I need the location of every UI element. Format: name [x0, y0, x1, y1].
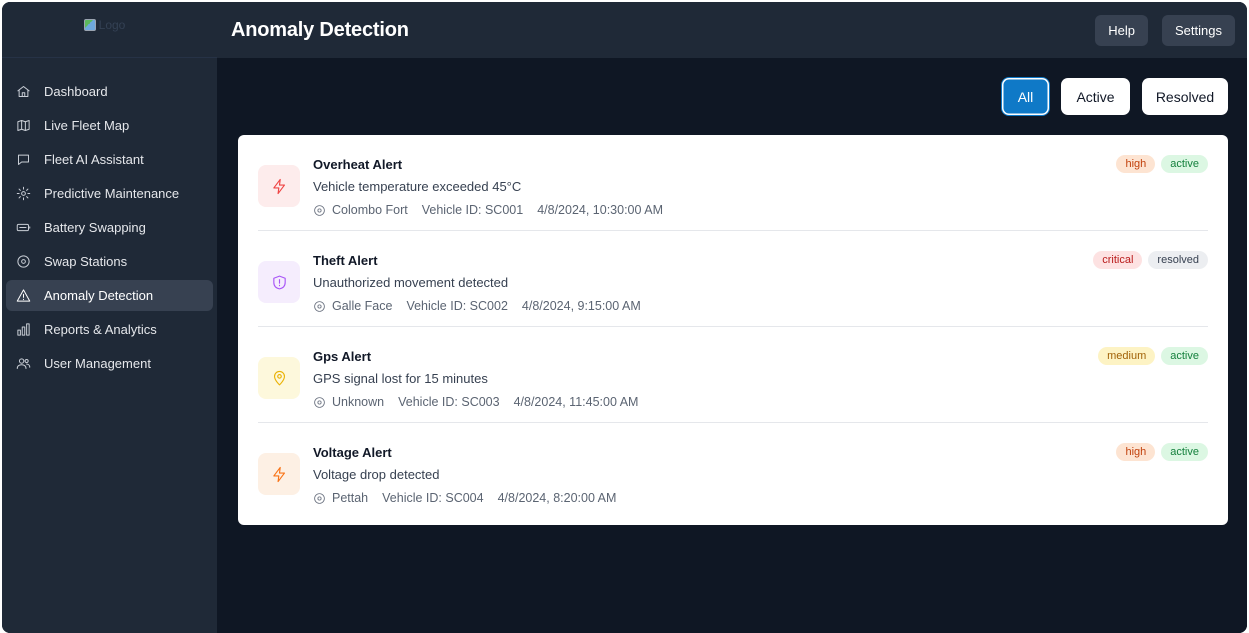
alert-meta: Pettah Vehicle ID: SC004 4/8/2024, 8:20:… — [313, 491, 616, 505]
status-badge: active — [1161, 155, 1208, 173]
alert-vehicle-id: Vehicle ID: SC004 — [382, 491, 484, 505]
alert-meta: Colombo Fort Vehicle ID: SC001 4/8/2024,… — [313, 203, 663, 217]
battery-icon — [15, 220, 31, 236]
sidebar-item-dashboard[interactable]: Dashboard — [6, 76, 213, 107]
sidebar-item-predictive-maintenance[interactable]: Predictive Maintenance — [6, 178, 213, 209]
help-button[interactable]: Help — [1095, 14, 1149, 46]
status-filter-group: All Active Resolved — [1002, 78, 1228, 115]
sidebar-item-fleet-ai-assistant[interactable]: Fleet AI Assistant — [6, 144, 213, 175]
alert-item[interactable]: Gps Alert GPS signal lost for 15 minutes… — [258, 327, 1208, 423]
status-badge: active — [1161, 443, 1208, 461]
status-badge: resolved — [1148, 251, 1208, 269]
alert-title: Gps Alert — [313, 349, 372, 364]
sidebar-item-label: Predictive Maintenance — [44, 186, 180, 201]
alert-details: Voltage Alert Voltage drop detected Pett… — [313, 445, 616, 505]
location-icon — [314, 204, 325, 216]
filter-active-button[interactable]: Active — [1061, 78, 1130, 115]
location-icon — [314, 396, 325, 408]
severity-badge: high — [1116, 155, 1156, 173]
alert-item[interactable]: Overheat Alert Vehicle temperature excee… — [258, 135, 1208, 231]
alert-location: Colombo Fort — [332, 203, 408, 217]
alert-description: Unauthorized movement detected — [313, 275, 509, 290]
sidebar: Logo Dashboard Live Fleet Map Fleet AI A… — [2, 2, 217, 633]
alert-location: Galle Face — [332, 299, 393, 313]
sidebar-item-reports-analytics[interactable]: Reports & Analytics — [6, 314, 213, 345]
sidebar-nav: Dashboard Live Fleet Map Fleet AI Assist… — [2, 58, 217, 379]
alert-timestamp: 4/8/2024, 9:15:00 AM — [521, 299, 641, 313]
app-window: Logo Dashboard Live Fleet Map Fleet AI A… — [2, 2, 1247, 633]
shield-alert-icon — [258, 261, 300, 303]
alert-meta: Galle Face Vehicle ID: SC002 4/8/2024, 9… — [313, 299, 641, 313]
alert-description: GPS signal lost for 15 minutes — [313, 371, 488, 386]
main-content: All Active Resolved Overheat Alert Vehic… — [217, 58, 1247, 633]
alert-details: Gps Alert GPS signal lost for 15 minutes… — [313, 349, 638, 409]
alert-details: Theft Alert Unauthorized movement detect… — [313, 253, 641, 313]
alert-timestamp: 4/8/2024, 8:20:00 AM — [497, 491, 617, 505]
alert-badges: high active — [1116, 443, 1208, 461]
alert-meta: Unknown Vehicle ID: SC003 4/8/2024, 11:4… — [313, 395, 638, 409]
alert-vehicle-id: Vehicle ID: SC001 — [421, 203, 524, 217]
warning-icon — [15, 288, 31, 304]
lightning-icon — [258, 165, 300, 207]
alert-description: Vehicle temperature exceeded 45°C — [313, 179, 522, 194]
alert-item[interactable]: Voltage Alert Voltage drop detected Pett… — [258, 423, 1208, 519]
sidebar-item-label: User Management — [44, 356, 151, 371]
alert-timestamp: 4/8/2024, 10:30:00 AM — [537, 203, 663, 217]
lightning-icon — [258, 453, 300, 495]
sidebar-item-label: Battery Swapping — [44, 220, 146, 235]
sidebar-item-battery-swapping[interactable]: Battery Swapping — [6, 212, 213, 243]
sidebar-item-anomaly-detection[interactable]: Anomaly Detection — [6, 280, 213, 311]
settings-button[interactable]: Settings — [1162, 14, 1235, 46]
alert-badges: high active — [1116, 155, 1208, 173]
alert-location: Unknown — [332, 395, 385, 409]
sidebar-item-swap-stations[interactable]: Swap Stations — [6, 246, 213, 277]
logo[interactable]: Logo — [83, 17, 126, 32]
filter-all-button[interactable]: All — [1002, 78, 1049, 115]
home-icon — [15, 84, 31, 100]
location-icon — [314, 300, 325, 312]
top-header: Anomaly Detection Help Settings — [217, 2, 1247, 58]
alert-timestamp: 4/8/2024, 11:45:00 AM — [513, 395, 639, 409]
alert-title: Theft Alert — [313, 253, 378, 268]
filter-resolved-button[interactable]: Resolved — [1142, 78, 1228, 115]
status-badge: active — [1161, 347, 1208, 365]
alert-location: Pettah — [332, 491, 369, 505]
alert-vehicle-id: Vehicle ID: SC002 — [406, 299, 508, 313]
alert-item[interactable]: Theft Alert Unauthorized movement detect… — [258, 231, 1208, 327]
sidebar-item-label: Dashboard — [44, 84, 108, 99]
alert-badges: medium active — [1098, 347, 1208, 365]
alert-badges: critical resolved — [1093, 251, 1208, 269]
severity-badge: critical — [1093, 251, 1143, 269]
header-actions: Help Settings — [1095, 14, 1235, 46]
sidebar-item-user-management[interactable]: User Management — [6, 348, 213, 379]
chat-icon — [15, 152, 31, 168]
sidebar-item-live-fleet-map[interactable]: Live Fleet Map — [6, 110, 213, 141]
sidebar-item-label: Reports & Analytics — [44, 322, 157, 337]
sidebar-item-label: Live Fleet Map — [44, 118, 130, 133]
alert-description: Voltage drop detected — [313, 467, 440, 482]
logo-alt-text: Logo — [98, 17, 126, 32]
sidebar-item-label: Anomaly Detection — [44, 288, 154, 303]
page-title: Anomaly Detection — [231, 18, 409, 41]
location-icon — [314, 492, 325, 504]
alert-title: Overheat Alert — [313, 157, 403, 172]
logo-area: Logo — [2, 2, 217, 58]
alert-title: Voltage Alert — [313, 445, 392, 460]
users-icon — [15, 356, 31, 372]
alert-vehicle-id: Vehicle ID: SC003 — [398, 395, 500, 409]
map-icon — [15, 118, 31, 134]
bar-chart-icon — [15, 322, 31, 338]
severity-badge: medium — [1098, 347, 1156, 365]
alerts-list: Overheat Alert Vehicle temperature excee… — [238, 135, 1228, 525]
broken-image-icon — [83, 18, 96, 31]
location-icon — [15, 254, 31, 270]
sidebar-item-label: Fleet AI Assistant — [44, 152, 144, 167]
sidebar-item-label: Swap Stations — [44, 254, 128, 269]
map-pin-icon — [258, 357, 300, 399]
severity-badge: high — [1116, 443, 1156, 461]
gear-icon — [15, 186, 31, 202]
alert-details: Overheat Alert Vehicle temperature excee… — [313, 157, 663, 217]
